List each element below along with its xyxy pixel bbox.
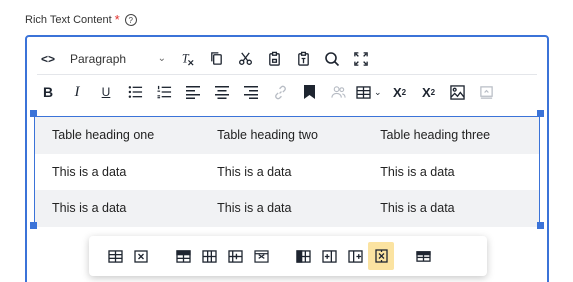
- bookmark-icon[interactable]: [298, 81, 320, 103]
- insert-column-right-icon[interactable]: [316, 242, 342, 270]
- superscript-base: X: [421, 84, 431, 100]
- table-cell[interactable]: This is a data: [200, 153, 364, 191]
- numbered-list-icon[interactable]: [153, 81, 175, 103]
- insert-row-above-icon[interactable]: [170, 242, 196, 270]
- paste-icon[interactable]: [263, 48, 285, 70]
- delete-table-icon[interactable]: [128, 242, 154, 270]
- toolbar-row-1: <> Paragraph ⌄ T: [37, 43, 537, 75]
- users-icon[interactable]: [327, 81, 349, 103]
- superscript-button[interactable]: X2: [418, 81, 440, 103]
- clear-formatting-icon[interactable]: T: [176, 48, 198, 70]
- align-left-icon[interactable]: [182, 81, 204, 103]
- table-chevron-down-icon: ⌄: [374, 86, 382, 97]
- image-icon[interactable]: [447, 81, 469, 103]
- media-icon[interactable]: [476, 81, 498, 103]
- bold-button[interactable]: B: [37, 81, 59, 103]
- merge-cells-icon[interactable]: [368, 242, 394, 270]
- table-heading-cell[interactable]: Table heading three: [363, 117, 539, 154]
- table-cell[interactable]: This is a data: [35, 190, 201, 227]
- chevron-down-icon: ⌄: [157, 53, 166, 64]
- resize-handle-bottom-right[interactable]: [537, 222, 544, 229]
- superscript-mark: 2: [430, 87, 436, 97]
- underline-button[interactable]: U: [95, 81, 117, 103]
- table-tools-popup: [89, 236, 487, 276]
- block-style-select[interactable]: Paragraph ⌄: [66, 48, 170, 70]
- delete-column-icon[interactable]: [342, 242, 368, 270]
- resize-handle-bottom-left[interactable]: [30, 222, 37, 229]
- table-header-row: Table heading one Table heading two Tabl…: [35, 117, 539, 154]
- field-label-text: Rich Text Content: [25, 14, 112, 26]
- table-properties-icon[interactable]: [102, 242, 128, 270]
- table-row: This is a data This is a data This is a …: [35, 190, 539, 227]
- data-table: Table heading one Table heading two Tabl…: [35, 117, 539, 227]
- copy-icon[interactable]: [205, 48, 227, 70]
- table-cell[interactable]: This is a data: [363, 190, 539, 227]
- table-row: This is a data This is a data This is a …: [35, 153, 539, 191]
- resize-handle-top-left[interactable]: [30, 110, 37, 117]
- merge-row-icon[interactable]: [248, 242, 274, 270]
- resize-handle-top-right[interactable]: [537, 110, 544, 117]
- required-marker: *: [114, 12, 120, 27]
- paste-text-icon[interactable]: [292, 48, 314, 70]
- insert-row-below-icon[interactable]: [196, 242, 222, 270]
- block-style-value: Paragraph: [70, 51, 127, 66]
- content-table[interactable]: Table heading one Table heading two Tabl…: [34, 116, 540, 227]
- split-table-icon[interactable]: [410, 242, 436, 270]
- bullet-list-icon[interactable]: [124, 81, 146, 103]
- subscript-base: X: [392, 84, 402, 100]
- delete-row-icon[interactable]: [222, 242, 248, 270]
- align-right-icon[interactable]: [240, 81, 262, 103]
- table-cell[interactable]: This is a data: [35, 153, 201, 191]
- table-cell[interactable]: This is a data: [200, 190, 364, 227]
- table-heading-cell[interactable]: Table heading one: [35, 117, 201, 154]
- source-code-button[interactable]: <>: [37, 48, 59, 70]
- table-cell[interactable]: This is a data: [363, 153, 539, 191]
- toolbar-row-2: B I U ⌄ X2 X 2: [37, 77, 537, 107]
- table-icon[interactable]: ⌄: [356, 81, 382, 103]
- italic-button[interactable]: I: [66, 81, 88, 103]
- table-heading-cell[interactable]: Table heading two: [200, 117, 364, 154]
- search-icon[interactable]: [321, 48, 343, 70]
- subscript-button[interactable]: X2: [389, 81, 411, 103]
- svg-text:T: T: [181, 51, 189, 65]
- help-icon[interactable]: ?: [124, 14, 137, 26]
- cut-icon[interactable]: [234, 48, 256, 70]
- subscript-mark: 2: [401, 87, 407, 97]
- fullscreen-icon[interactable]: [350, 48, 372, 70]
- link-icon[interactable]: [269, 81, 291, 103]
- insert-column-left-icon[interactable]: [290, 242, 316, 270]
- align-center-icon[interactable]: [211, 81, 233, 103]
- field-label: Rich Text Content * ?: [25, 12, 137, 27]
